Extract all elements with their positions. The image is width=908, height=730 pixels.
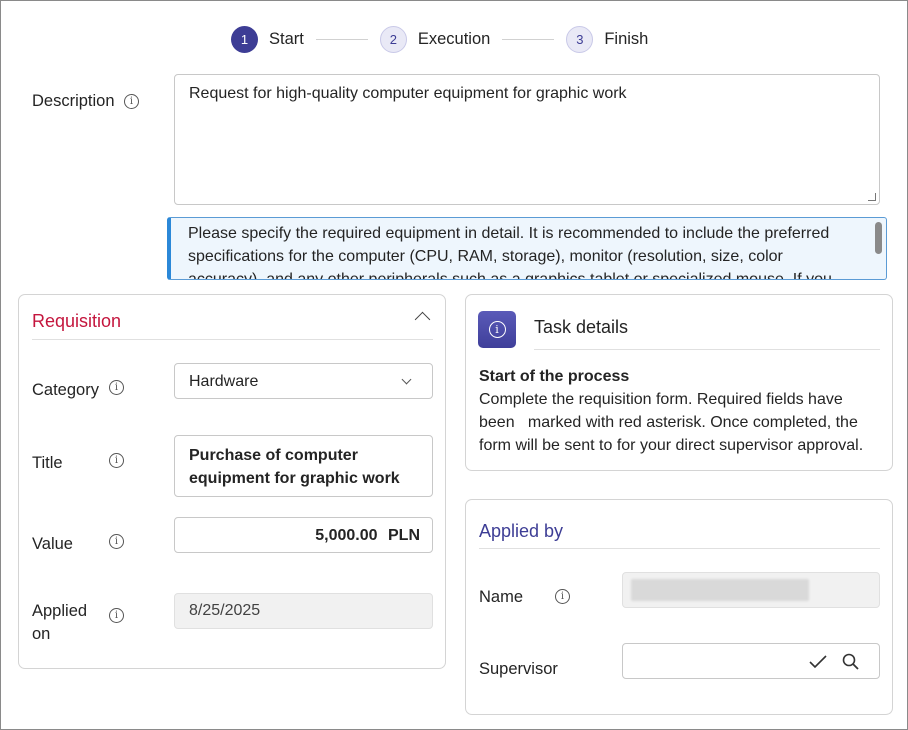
value-label: Value: [32, 535, 73, 553]
category-dropdown[interactable]: Hardware: [174, 363, 433, 399]
info-icon[interactable]: i: [109, 380, 124, 395]
info-icon: i: [488, 321, 506, 338]
divider: [32, 339, 433, 340]
task-heading: Start of the process: [479, 368, 630, 385]
name-field: [622, 572, 880, 608]
info-icon[interactable]: i: [555, 589, 570, 604]
info-icon[interactable]: i: [109, 534, 124, 549]
applied-on-value: 8/25/2025: [189, 602, 261, 619]
step-number-badge: 2: [379, 25, 407, 53]
check-icon[interactable]: [808, 653, 828, 671]
info-icon[interactable]: i: [109, 453, 124, 468]
supervisor-label: Supervisor: [479, 660, 558, 678]
title-field[interactable]: Purchase of computer equipment for graph…: [174, 435, 433, 497]
title-label: Title: [32, 454, 63, 472]
description-value: Request for high-quality computer equipm…: [189, 85, 627, 102]
requisition-title: Requisition: [32, 311, 122, 331]
step-number-badge: 3: [566, 25, 594, 53]
step-label: Finish: [604, 29, 649, 48]
applied-on-label: Applied on: [32, 602, 88, 643]
task-icon-tile: i: [478, 311, 516, 348]
applied-by-card: Applied by Name i Supervisor: [465, 499, 893, 715]
window-frame: 1 Start 2 Execution 3 Finish Description…: [0, 0, 908, 730]
applied-by-title: Applied by: [479, 521, 564, 541]
task-details-card: i Task details Start of the process Comp…: [465, 294, 893, 471]
supervisor-picker[interactable]: [622, 643, 880, 679]
process-stepper: 1 Start 2 Execution 3 Finish: [231, 25, 648, 53]
info-icon[interactable]: i: [124, 94, 139, 109]
task-description: Complete the requisition form. Required …: [479, 391, 864, 454]
step-execution[interactable]: 2 Execution: [379, 25, 491, 53]
guidance-hint: Please specify the required equipment in…: [167, 217, 887, 280]
step-connector: [315, 38, 368, 40]
chevron-up-icon[interactable]: [414, 311, 431, 328]
step-connector: [502, 38, 555, 40]
value-field[interactable]: 5,000.00 PLN: [174, 517, 433, 553]
value-amount: 5,000.00: [315, 527, 378, 544]
divider: [479, 548, 880, 549]
applied-on-field: 8/25/2025: [174, 593, 433, 629]
search-icon[interactable]: [841, 652, 861, 672]
divider: [534, 349, 880, 350]
task-details-body: Start of the process Complete the requis…: [479, 365, 879, 457]
chevron-down-icon: [401, 374, 412, 385]
step-label: Start: [269, 29, 304, 48]
hint-text: Please specify the required equipment in…: [188, 225, 832, 280]
step-number-badge: 1: [231, 25, 258, 53]
task-details-title: Task details: [534, 317, 629, 337]
resize-handle-icon[interactable]: [868, 193, 876, 201]
category-label: Category: [32, 381, 99, 399]
step-finish[interactable]: 3 Finish: [566, 25, 649, 53]
redacted-name: [631, 579, 809, 601]
description-label: Description: [32, 92, 115, 110]
description-textarea[interactable]: Request for high-quality computer equipm…: [174, 74, 880, 205]
step-start[interactable]: 1 Start: [231, 25, 304, 53]
info-icon[interactable]: i: [109, 608, 124, 623]
title-value: Purchase of computer equipment for graph…: [189, 447, 400, 487]
category-value: Hardware: [189, 373, 259, 390]
name-label: Name: [479, 588, 524, 606]
value-currency: PLN: [388, 527, 420, 544]
hint-scrollbar[interactable]: [875, 222, 882, 254]
requisition-card: Requisition Category i Hardware Title i …: [18, 294, 446, 669]
step-label: Execution: [417, 29, 491, 48]
